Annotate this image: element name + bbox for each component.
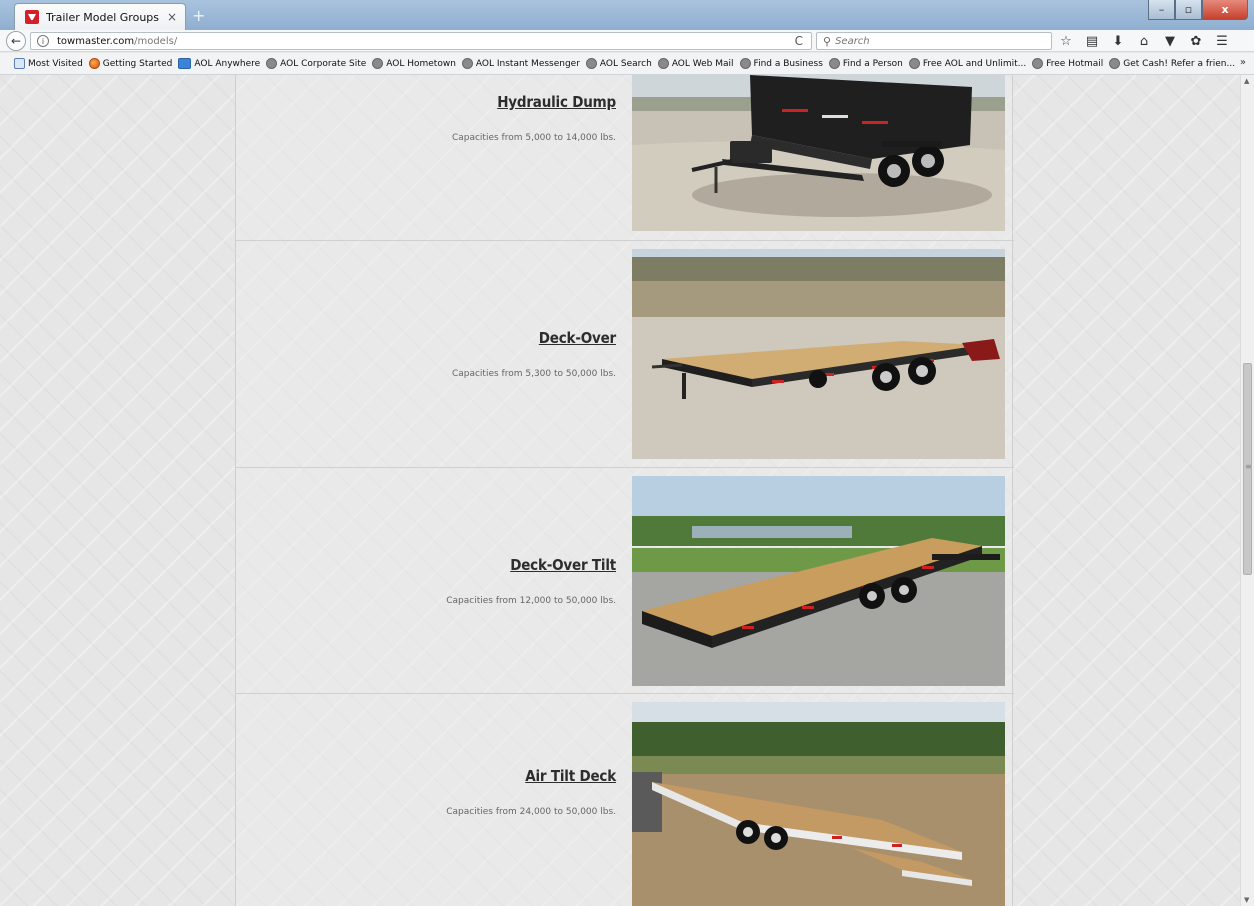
- tab-close-icon[interactable]: ×: [167, 10, 177, 24]
- back-arrow-icon: ←: [10, 34, 22, 48]
- bookmark-aol-web-mail[interactable]: AOL Web Mail: [657, 58, 734, 69]
- page-viewport: Hydraulic Dump Capacities from 5,000 to …: [0, 75, 1240, 906]
- scroll-up-arrow-icon[interactable]: ▲: [1244, 77, 1249, 85]
- model-link-air-tilt-deck[interactable]: Air Tilt Deck: [525, 767, 616, 785]
- bookmark-getting-started[interactable]: Getting Started: [88, 58, 172, 69]
- bookmark-aol-corporate-site[interactable]: AOL Corporate Site: [266, 58, 366, 69]
- air-tilt-deck-trailer-photo[interactable]: [632, 702, 1005, 906]
- home-icon[interactable]: ⌂: [1136, 32, 1152, 50]
- globe-icon: [908, 58, 920, 69]
- model-link-deck-over-tilt[interactable]: Deck-Over Tilt: [510, 556, 616, 574]
- globe-icon: [266, 58, 278, 69]
- maximize-button[interactable]: ▫: [1175, 0, 1202, 20]
- globe-icon: [1032, 58, 1044, 69]
- model-item-air-tilt-deck: Air Tilt Deck Capacities from 24,000 to …: [236, 694, 1014, 906]
- model-info: Hydraulic Dump Capacities from 5,000 to …: [452, 75, 616, 240]
- model-item-deck-over-tilt: Deck-Over Tilt Capacities from 12,000 to…: [236, 468, 1014, 694]
- toolbar-icons: ☆ ▤ ⬇ ⌂ ▼ ✿ ☰: [1058, 32, 1230, 50]
- grip-icon: ≡: [1245, 462, 1252, 471]
- scroll-down-arrow-icon[interactable]: ▼: [1244, 896, 1249, 904]
- scrollbar-thumb[interactable]: ≡: [1243, 363, 1252, 575]
- models-column: Hydraulic Dump Capacities from 5,000 to …: [235, 75, 1014, 906]
- model-info: Deck-Over Tilt Capacities from 12,000 to…: [446, 468, 616, 693]
- deck-over-trailer-photo[interactable]: [632, 249, 1005, 459]
- globe-icon: [828, 58, 840, 69]
- bookmark-get-cash[interactable]: Get Cash! Refer a frien...: [1109, 58, 1235, 69]
- globe-icon: [739, 58, 751, 69]
- bookmark-aol-hometown[interactable]: AOL Hometown: [372, 58, 456, 69]
- extension-icon[interactable]: ✿: [1188, 32, 1204, 50]
- model-capacity: Capacities from 12,000 to 50,000 lbs.: [446, 595, 616, 606]
- model-capacity: Capacities from 5,300 to 50,000 lbs.: [451, 369, 616, 379]
- reload-icon[interactable]: C: [795, 34, 803, 48]
- bookmarks-overflow-icon[interactable]: »: [1240, 57, 1246, 68]
- most-visited-icon: [14, 58, 25, 69]
- new-tab-button[interactable]: +: [192, 6, 205, 25]
- bookmarks-library-icon[interactable]: ▤: [1084, 32, 1100, 50]
- model-info: Air Tilt Deck Capacities from 24,000 to …: [446, 694, 616, 889]
- model-item-deck-over: Deck-Over Capacities from 5,300 to 50,00…: [236, 241, 1014, 468]
- tab-title: Trailer Model Groups: [46, 10, 160, 24]
- menu-icon[interactable]: ☰: [1214, 32, 1230, 50]
- deck-over-tilt-trailer-photo[interactable]: [632, 476, 1005, 686]
- search-input[interactable]: [835, 35, 1036, 47]
- bookmark-free-aol[interactable]: Free AOL and Unlimit...: [908, 58, 1026, 69]
- search-box[interactable]: ⚲: [816, 32, 1052, 50]
- model-capacity: Capacities from 5,000 to 14,000 lbs.: [451, 133, 616, 143]
- address-bar[interactable]: i towmaster.com /models/ C: [30, 32, 812, 50]
- globe-icon: [585, 58, 597, 69]
- model-item-hydraulic-dump: Hydraulic Dump Capacities from 5,000 to …: [236, 75, 1014, 241]
- model-info: Deck-Over Capacities from 5,300 to 50,00…: [452, 241, 616, 467]
- model-link-deck-over[interactable]: Deck-Over: [539, 329, 616, 347]
- bookmark-star-icon[interactable]: ☆: [1058, 32, 1074, 50]
- bookmark-find-a-business[interactable]: Find a Business: [739, 58, 823, 69]
- bookmark-free-hotmail[interactable]: Free Hotmail: [1032, 58, 1103, 69]
- bookmark-aol-instant-messenger[interactable]: AOL Instant Messenger: [461, 58, 580, 69]
- globe-icon: [372, 58, 384, 69]
- minimize-button[interactable]: –: [1148, 0, 1175, 20]
- bookmark-aol-anywhere[interactable]: AOL Anywhere: [178, 58, 260, 69]
- hydraulic-dump-trailer-photo[interactable]: [632, 75, 1005, 231]
- bookmark-aol-search[interactable]: AOL Search: [585, 58, 652, 69]
- globe-icon: [1109, 58, 1121, 69]
- downloads-icon[interactable]: ⬇: [1110, 32, 1126, 50]
- model-link-hydraulic-dump[interactable]: Hydraulic Dump: [497, 93, 616, 111]
- title-bar: Trailer Model Groups × + – ▫ x: [0, 0, 1254, 30]
- navigation-toolbar: ← i towmaster.com /models/ C ⚲ ☆ ▤ ⬇ ⌂ ▼…: [0, 30, 1254, 52]
- window-controls: – ▫ x: [1148, 0, 1248, 20]
- globe-icon: [461, 58, 473, 69]
- globe-icon: [657, 58, 669, 69]
- bookmarks-toolbar: Most Visited Getting Started AOL Anywher…: [0, 53, 1254, 75]
- browser-tab[interactable]: Trailer Model Groups ×: [14, 3, 186, 30]
- firefox-icon: [88, 58, 100, 69]
- pocket-icon[interactable]: ▼: [1162, 32, 1178, 50]
- model-capacity: Capacities from 24,000 to 50,000 lbs.: [446, 806, 616, 817]
- towmaster-favicon-icon: [25, 10, 39, 24]
- vertical-scrollbar[interactable]: ▲ ≡ ▼: [1240, 75, 1254, 906]
- aol-icon: [178, 58, 192, 69]
- url-path: /models/: [134, 35, 178, 47]
- site-info-icon[interactable]: i: [37, 35, 49, 47]
- search-icon: ⚲: [823, 34, 832, 48]
- url-host: towmaster.com: [57, 35, 135, 47]
- bookmark-find-a-person[interactable]: Find a Person: [828, 58, 903, 69]
- bookmark-most-visited[interactable]: Most Visited: [14, 58, 83, 69]
- close-window-button[interactable]: x: [1202, 0, 1248, 20]
- back-button[interactable]: ←: [6, 31, 26, 51]
